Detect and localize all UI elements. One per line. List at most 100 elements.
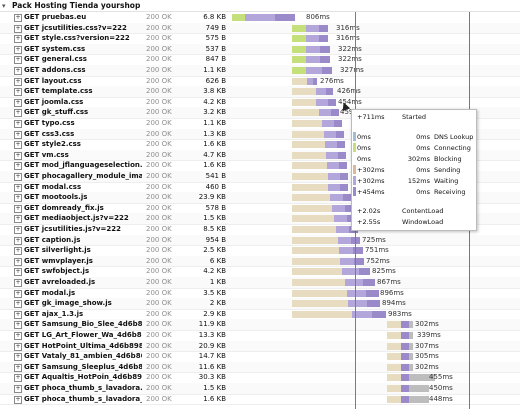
expand-icon[interactable]: + [14,374,22,383]
expand-icon[interactable]: + [14,56,22,65]
request-url[interactable]: GET domready_fix.js [24,204,142,212]
expand-icon[interactable]: + [14,226,22,234]
request-status: 200 OK [146,182,172,191]
expand-icon[interactable]: + [14,353,22,362]
expand-icon[interactable]: + [14,14,22,22]
request-url[interactable]: GET jcsutilities.css?v=222 [24,24,142,32]
request-url[interactable]: GET typo.css [24,119,142,127]
request-url[interactable]: GET Samsung_Sleeplus_4d6b86 [24,363,142,371]
request-url[interactable]: GET jcsutilities.js?v=222 [24,225,142,233]
request-url[interactable]: GET style.css?version=222 [24,34,142,42]
request-url[interactable]: GET template.css [24,87,142,95]
request-status: 200 OK [146,119,172,127]
request-url[interactable]: GET system.css [24,45,142,53]
request-url[interactable]: GET style2.css [24,140,142,148]
request-url[interactable]: GET layout.css [24,77,142,85]
receiving-segment [328,98,336,106]
expand-icon[interactable]: + [14,67,22,75]
receiving-segment [401,395,409,403]
waiting-segment [292,88,316,96]
request-time: 725ms [362,235,386,244]
request-url[interactable]: GET gk_image_show.js [24,299,142,307]
expand-icon[interactable]: + [14,321,22,330]
receiving-segment [338,151,346,159]
receiving-segment [401,363,409,371]
request-url[interactable]: GET gk_stuff.css [24,108,142,116]
expand-icon[interactable]: + [14,279,22,287]
expand-icon[interactable]: + [14,130,22,139]
request-url[interactable]: GET mootools.js [24,193,142,201]
expand-icon[interactable]: + [14,300,22,309]
request-url[interactable]: GET LG_Art_Flower_Wa_4d6b89 [24,331,142,339]
request-time: 327ms [340,66,364,74]
request-status: 200 OK [146,225,172,233]
request-status: 200 OK [146,299,172,308]
sending-segment [336,226,349,233]
expand-icon[interactable]: + [14,385,22,393]
request-url[interactable]: GET pruebas.eu [24,13,142,21]
contentload-label: ContentLoad [402,207,444,215]
expand-icon[interactable]: + [14,204,22,213]
waiting-segment [387,385,401,392]
request-url[interactable]: GET HotPoint_Ultima_4d6b898 [24,342,142,350]
request-url[interactable]: GET addons.css [24,66,142,74]
request-row[interactable]: + GET phoca_thumb_s_lavadora_g 200 OK 1.6 K… [0,394,520,406]
expand-icon[interactable]: + [14,35,22,44]
request-url[interactable]: GET ajax_1.3.js [24,310,142,318]
expand-icon[interactable]: + [14,173,22,181]
expand-icon[interactable]: + [14,162,22,171]
request-url[interactable]: GET joomla.css [24,98,142,106]
expand-icon[interactable]: + [14,310,22,319]
request-url[interactable]: GET phocagallery_module_imag [24,172,142,180]
request-url[interactable]: GET modal.css [24,183,142,191]
expand-icon[interactable]: + [14,120,22,128]
expand-icon[interactable]: + [14,257,22,266]
expand-icon[interactable]: + [14,183,22,192]
sending-segment [339,247,353,255]
expand-icon[interactable]: + [14,88,22,97]
cached-segment [409,385,429,392]
expand-icon[interactable]: + [14,395,22,404]
sending-segment [316,98,328,106]
request-url[interactable]: GET css3.css [24,130,142,138]
request-url[interactable]: GET silverlight.js [24,246,142,254]
expand-icon[interactable]: + [14,268,22,277]
expand-icon[interactable]: + [14,363,22,372]
expand-icon[interactable]: + [14,151,22,160]
sending-segment [327,162,339,170]
request-url[interactable]: GET swfobject.js [24,267,142,275]
request-url[interactable]: GET phoca_thumb_s_lavadora.g [24,384,142,392]
request-url[interactable]: GET modal.js [24,289,142,297]
request-url[interactable]: GET mediaobject.js?v=222 [24,214,142,222]
expand-icon[interactable]: + [14,215,22,224]
expand-icon[interactable]: + [14,77,22,86]
expand-icon[interactable]: + [14,109,22,118]
expand-icon[interactable]: + [14,24,22,33]
expand-icon[interactable]: + [14,236,22,245]
expand-icon[interactable]: + [14,98,22,107]
request-url[interactable]: GET avreloaded.js [24,278,142,286]
request-url[interactable]: GET phoca_thumb_s_lavadora_g [24,395,142,403]
request-url[interactable]: GET Aqualtis_HotPoin_4d6b892 [24,373,142,381]
expand-icon[interactable]: + [14,332,22,340]
request-size: 14.7 KB [198,352,226,361]
expand-icon[interactable]: + [14,342,22,351]
expand-icon[interactable]: + [14,141,22,150]
request-url[interactable]: GET vm.css [24,151,142,159]
waiting-segment [292,279,345,286]
request-url[interactable]: GET mod_jflanguageselection.c [24,161,142,169]
phase-start: 0ms [357,133,371,141]
request-size: 3.8 KB [203,87,226,96]
waiting-segment [292,130,324,138]
request-url[interactable]: GET Samsung_Bio_Slee_4d6b87 [24,320,142,328]
request-url[interactable]: GET caption.js [24,236,142,244]
request-url[interactable]: GET Vataly_81_ambien_4d6b86c [24,352,142,360]
expand-icon[interactable]: + [14,289,22,298]
expand-icon[interactable]: + [14,45,22,54]
collapse-toggle-icon[interactable]: ▾ [2,2,6,10]
expand-icon[interactable]: + [14,247,22,256]
request-url[interactable]: GET wmvplayer.js [24,257,142,265]
request-url[interactable]: GET general.css [24,55,142,63]
expand-icon[interactable]: + [14,194,22,203]
request-status: 200 OK [146,373,172,382]
